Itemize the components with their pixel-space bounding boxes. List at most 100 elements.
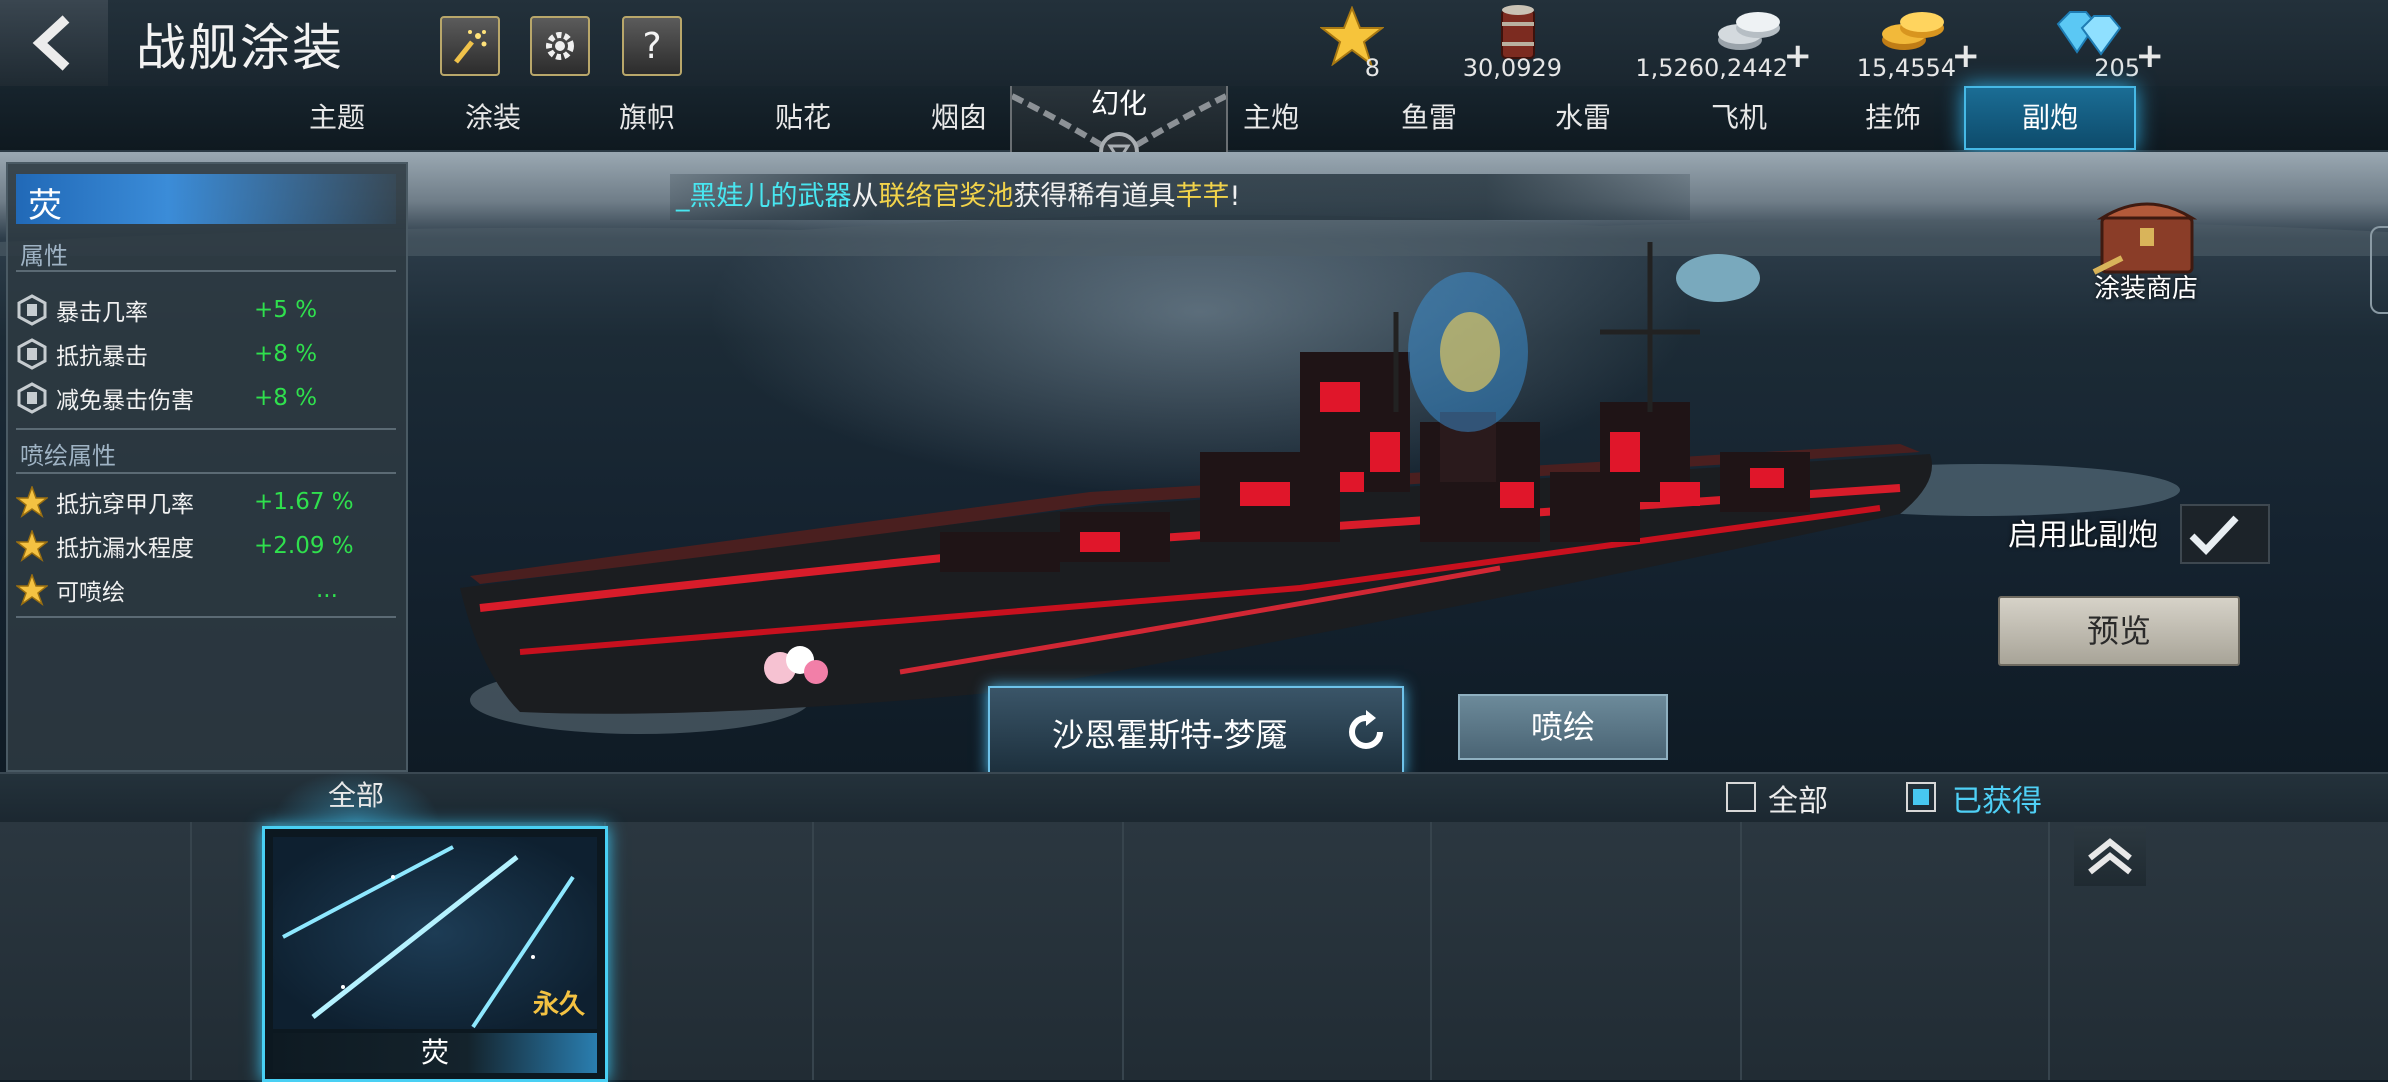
skin-card-name: 荧 [273,1033,597,1073]
filter-owned-label: 已获得 [1952,784,2042,819]
gold-count: 15,4554 [1856,54,1956,82]
preview-button[interactable]: 预览 [1998,596,2240,666]
notice-text: ! [1229,181,1241,212]
skin-name-bar: 荧 [16,174,396,226]
help-label: ? [642,25,662,67]
tab-decal[interactable]: 贴花 [728,86,878,150]
spray-attribute-row: 抵抗穿甲几率 +1.67 % [16,480,396,524]
divider [16,270,396,272]
star-count: 8 [1364,54,1380,82]
resource-gold[interactable]: 15,4554 + [1856,0,1980,86]
shield-icon [17,294,47,326]
double-chevron-up-icon [2088,838,2132,875]
gear-icon [546,32,574,60]
collapse-button[interactable] [2074,826,2146,886]
divider [16,616,396,618]
checkmark-icon [2189,515,2239,556]
tab-paint[interactable]: 涂装 [418,86,568,150]
ship-skin-name-button[interactable]: 沙恩霍斯特-梦魇 [988,686,1404,776]
page-title: 战舰涂装 [136,19,344,77]
star-icon [16,530,48,562]
resource-stars: 8 [1320,0,1384,86]
skin-card[interactable]: 永久 荧 [262,826,608,1082]
tab-torpedo[interactable]: 鱼雷 [1354,86,1504,150]
attribute-row: 暴击几率 +5 % [16,288,396,332]
spray-attribute-label: 可喷绘 [56,580,125,606]
shield-icon [17,382,47,414]
tab-main-gun[interactable]: 主炮 [1196,86,1346,150]
help-button[interactable]: ? [622,16,682,76]
top-bar [0,0,2388,88]
fireworks-icon [454,30,487,64]
attribute-list: 暴击几率 +5 % 抵抗暴击 +8 % 减免暴击伤害 +8 % [16,288,396,420]
spray-attribute-row: 可喷绘 ... [16,568,396,612]
spray-attribute-value: +1.67 % [254,489,354,515]
attribute-panel: 荧 属性 暴击几率 +5 % 抵抗暴击 +8 % 减免暴击伤害 +8 % 喷绘属… [6,162,408,772]
oil-barrel-icon [1501,5,1535,59]
attributes-title: 属性 [20,242,68,270]
attribute-label: 减免暴击伤害 [56,388,194,414]
spray-attributes-title: 喷绘属性 [20,442,116,470]
diamond-count: 205 [2094,54,2140,82]
broadcast-notice: _黑娃儿的武器从联络官奖池获得稀有道具芊芊! [670,174,1690,220]
spray-attribute-row: 抵抗漏水程度 +2.09 % [16,524,396,568]
tab-flag[interactable]: 旗帜 [572,86,722,150]
tab-theme[interactable]: 主题 [262,86,412,150]
skin-shop-label: 涂装商店 [2093,274,2198,304]
divider [16,428,396,430]
skin-shop-button[interactable]: 涂装商店 [2068,184,2224,304]
spray-attribute-value: ... [316,577,338,603]
skin-duration: 永久 [532,990,585,1020]
settings-button[interactable] [530,16,590,76]
silver-coins-icon [1718,12,1780,50]
attribute-value: +8 % [254,341,318,367]
tab-ornament[interactable]: 挂饰 [1818,86,1968,150]
spray-attribute-list: 抵抗穿甲几率 +1.67 % 抵抗漏水程度 +2.09 % 可喷绘 ... [16,480,396,612]
gold-coins-icon [1882,12,1944,50]
oil-count: 30,0929 [1462,54,1562,82]
tab-secondary-gun[interactable]: 副炮 [1964,86,2136,150]
resource-diamond[interactable]: 205 + [2040,0,2164,86]
skin-name: 荧 [28,186,62,226]
notice-pool: 联络官奖池 [878,181,1014,212]
gold-add-icon[interactable]: + [1952,36,1981,76]
diamond-add-icon[interactable]: + [2136,36,2165,76]
notice-text: 获得稀有道具 [1013,181,1176,212]
refresh-icon [1349,710,1383,749]
attribute-value: +5 % [254,297,318,323]
attribute-label: 抵抗暴击 [56,344,148,370]
attribute-value: +8 % [254,385,318,411]
notice-item: 芊芊 [1175,181,1230,212]
enable-secondary-gun-label: 启用此副炮 [2008,518,2158,553]
attribute-row: 抵抗暴击 +8 % [16,332,396,376]
diamond-icon [2056,11,2122,56]
shield-icon [17,338,47,370]
divider [16,472,396,474]
spray-paint-button[interactable]: 喷绘 [1458,694,1668,760]
category-tab-all[interactable]: 全部 [272,770,440,822]
resource-silver[interactable]: 1,5260,2442 + [1620,0,1812,86]
tab-aircraft[interactable]: 飞机 [1664,86,1814,150]
filter-all-checkbox[interactable] [1726,782,1756,812]
filter-all-label: 全部 [1768,784,1828,819]
spray-attribute-value: +2.09 % [254,533,354,559]
enable-secondary-gun-checkbox[interactable] [2180,504,2270,564]
filter-owned-checkbox[interactable] [1906,782,1936,812]
star-icon [16,574,48,606]
checkbox-fill-icon [1913,789,1929,805]
tab-mine[interactable]: 水雷 [1508,86,1658,150]
back-button[interactable] [0,0,108,86]
chat-button[interactable] [440,16,500,76]
notice-player: _黑娃儿的武器 [676,181,852,212]
notice-text: 从 [851,181,879,212]
ship-skin-name: 沙恩霍斯特-梦魇 [1052,716,1288,754]
skin-preview-image: 永久 [273,837,597,1029]
back-arrow-icon [32,15,70,71]
attribute-label: 暴击几率 [56,300,148,326]
spray-attribute-label: 抵抗漏水程度 [56,536,194,562]
resource-oil: 30,0929 [1462,0,1562,86]
silver-count: 1,5260,2442 [1635,54,1788,82]
treasure-chest-icon [2092,202,2198,275]
side-drawer-handle[interactable] [2370,226,2388,314]
silver-add-icon[interactable]: + [1784,36,1813,76]
